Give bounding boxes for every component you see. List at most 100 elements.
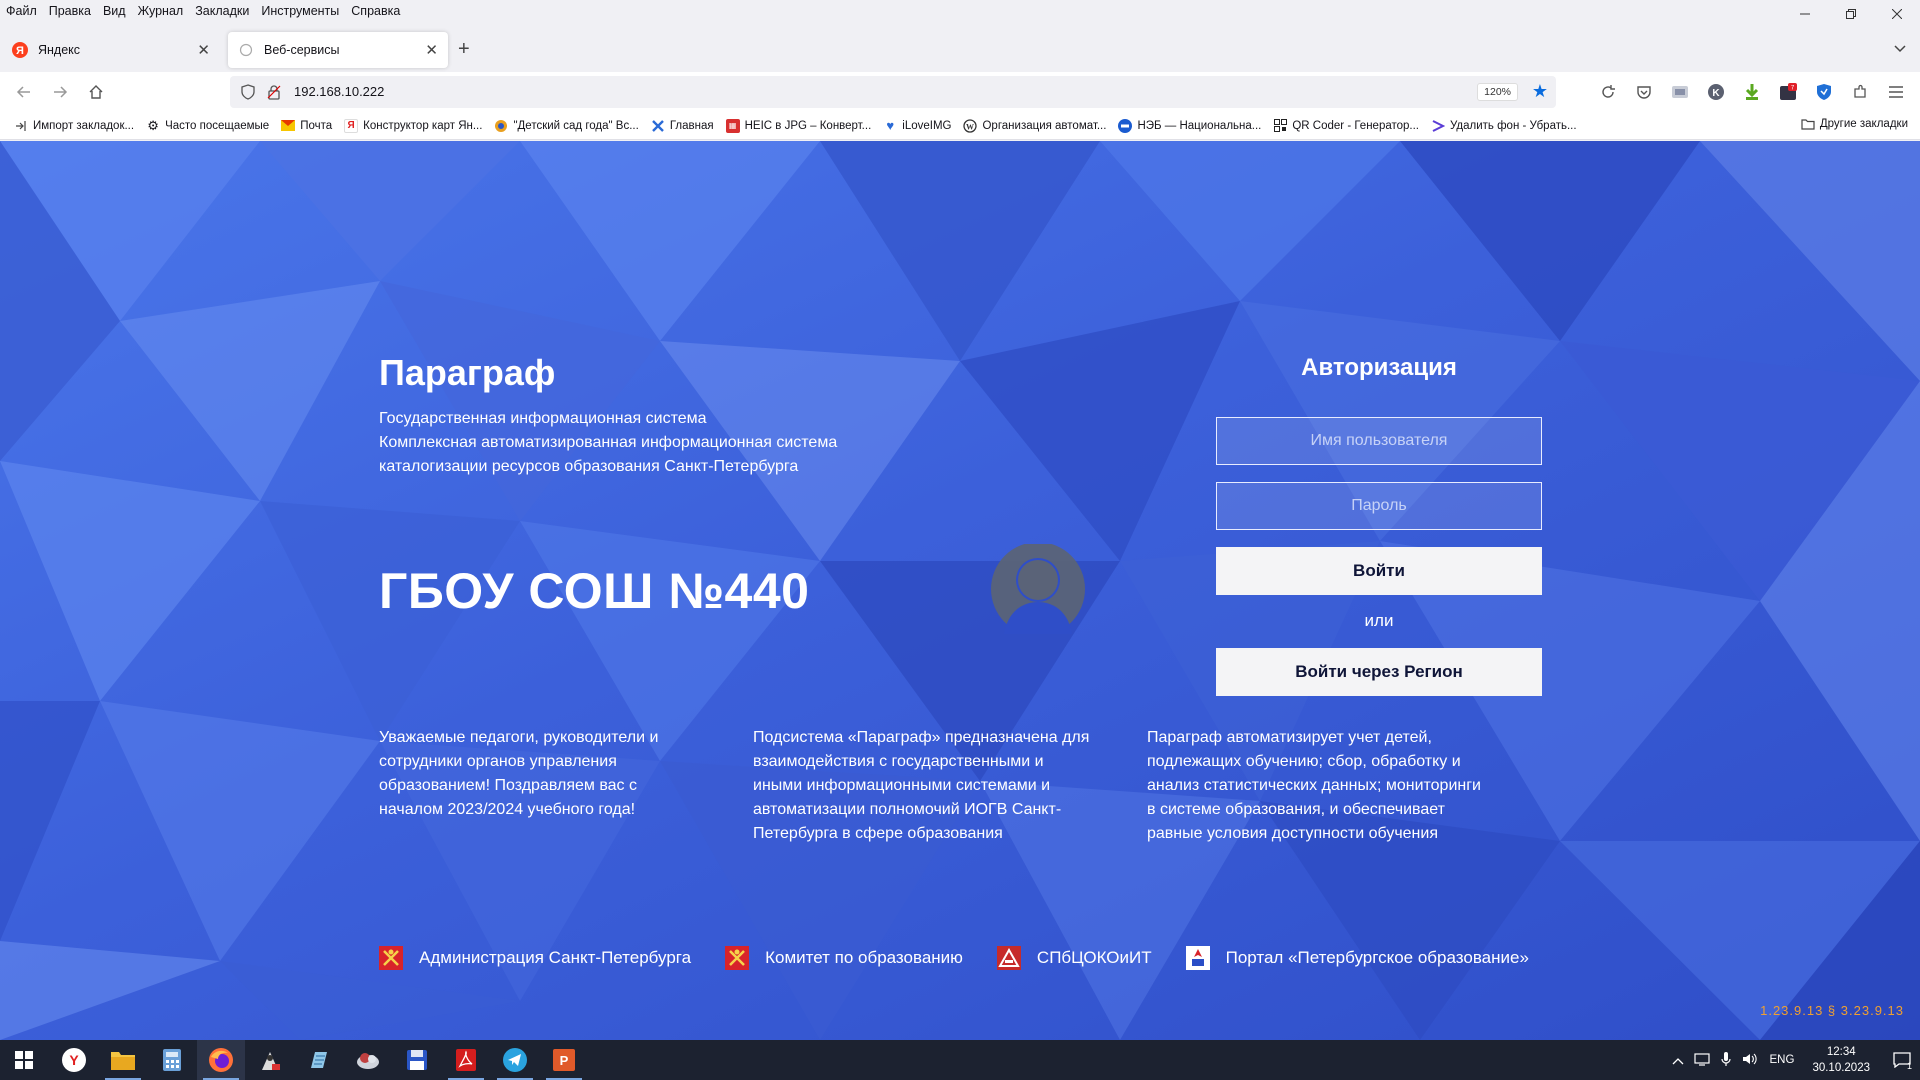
folder-icon [1801,119,1815,130]
taskbar-powerpoint[interactable]: P [540,1040,588,1080]
info-line: равные условия доступности обучения [1147,825,1438,842]
or-separator: или [1364,611,1394,630]
bookmark-item[interactable]: Удалить фон - Убрать... [1425,119,1583,133]
clock-time: 12:34 [1826,1046,1856,1058]
zoom-level[interactable]: 120% [1477,83,1518,101]
login-region-button[interactable]: Войти через Регион [1216,648,1542,696]
start-button[interactable] [0,1040,48,1080]
taskbar-acrobat[interactable] [442,1040,490,1080]
other-bookmarks[interactable]: Другие закладки [1801,118,1908,130]
info-line: образованием! Поздравляем вас с [379,777,637,794]
download-extension-icon[interactable] [1742,82,1762,102]
restore-button[interactable] [1828,0,1874,28]
notification-center-button[interactable]: 1 [1884,1040,1920,1080]
menu-view[interactable]: Вид [97,4,132,18]
bookmark-item[interactable]: ♥ iLoveIMG [877,118,957,133]
language-indicator[interactable]: ENG [1770,1054,1795,1066]
bookmark-item[interactable]: W Организация автомат... [957,118,1112,133]
username-input[interactable] [1216,417,1542,465]
page-icon [238,42,254,58]
password-input[interactable] [1216,482,1542,530]
kaspersky-extension-icon[interactable]: K [1706,82,1726,102]
link-label: Комитет по образованию [765,948,963,967]
close-window-button[interactable] [1874,0,1920,28]
back-button[interactable] [12,80,36,104]
network-icon[interactable] [1690,1052,1714,1069]
pocket-icon[interactable] [1634,82,1654,102]
list-tabs-button[interactable] [1894,40,1906,56]
taskbar-notes[interactable] [295,1040,343,1080]
screenshot-extension-icon[interactable] [1670,82,1690,102]
bookmark-item[interactable]: НЭБ — Национальна... [1112,118,1267,133]
microphone-icon[interactable] [1714,1051,1738,1070]
tab-yandex[interactable]: Я Яндекс ✕ [2,32,220,68]
arrow-left-icon [16,86,30,98]
calendar-extension-icon[interactable]: 7 [1778,82,1798,102]
bookmark-item[interactable]: Я Конструктор карт Ян... [338,118,488,133]
chevron-up-icon[interactable] [1666,1053,1690,1068]
bookmarks-bar: Импорт закладок... ⚙ Часто посещаемые По… [0,112,1920,140]
taskbar-save-app[interactable] [393,1040,441,1080]
url-bar[interactable]: 192.168.10.222 120% ★ [230,76,1556,108]
info-line: началом 2023/2024 учебного года! [379,801,636,818]
restore-icon [1846,9,1856,19]
taskbar-file-explorer[interactable] [99,1040,147,1080]
bookmark-item[interactable]: Главная [645,119,720,133]
login-button[interactable]: Войти [1216,547,1542,595]
svg-text:Y: Y [69,1052,79,1068]
link-spb-administration[interactable]: Администрация Санкт-Петербурга [379,946,691,970]
bookmark-star-icon[interactable]: ★ [1532,81,1548,102]
url-text[interactable]: 192.168.10.222 [294,84,384,99]
info-line: Параграф автоматизирует учет детей, [1147,729,1432,746]
info-line: иными информационными системами и [753,777,1051,794]
qr-icon [1273,119,1287,133]
cross-icon [651,119,665,133]
info-line: сотрудники органов управления [379,753,617,770]
bookmark-item[interactable]: Почта [275,119,338,133]
taskbar-firefox[interactable] [197,1040,245,1080]
bookmark-label: QR Coder - Генератор... [1292,119,1419,132]
taskbar-yandex-browser[interactable]: Y [50,1040,98,1080]
bookmark-label: Конструктор карт Ян... [363,119,483,132]
hamburger-menu-icon[interactable] [1886,82,1906,102]
bookmark-item[interactable]: ⚙ Часто посещаемые [140,118,275,133]
taskbar-calculator[interactable] [148,1040,196,1080]
menu-tools[interactable]: Инструменты [255,4,345,18]
close-tab-icon[interactable]: ✕ [425,41,438,59]
menu-edit[interactable]: Правка [43,4,97,18]
lock-icon[interactable] [266,84,282,100]
taskbar-app-teacher[interactable] [246,1040,294,1080]
link-label: Портал «Петербургское образование» [1225,948,1529,967]
tab-web-services[interactable]: Веб-сервисы ✕ [228,32,448,68]
chevron-down-icon [1894,45,1906,53]
bookmark-item[interactable]: "Детский сад года" Вс... [488,119,644,133]
shield-extension-icon[interactable] [1814,82,1834,102]
clock[interactable]: 12:34 30.10.2023 [1812,1044,1870,1076]
menu-file[interactable]: Файл [0,4,43,18]
telegram-icon [503,1048,527,1072]
taskbar-telegram[interactable] [491,1040,539,1080]
tab-title: Яндекс [38,43,81,57]
close-tab-icon[interactable]: ✕ [197,41,210,59]
bookmark-item[interactable]: ▦ HEIC в JPG – Конверт... [720,118,878,133]
forward-button[interactable] [48,80,72,104]
shield-icon[interactable] [240,84,256,100]
link-education-committee[interactable]: Комитет по образованию [725,946,963,970]
link-spbcokoit[interactable]: СПбЦОКОиИТ [996,946,1152,970]
menu-bookmarks[interactable]: Закладки [189,4,255,18]
home-button[interactable] [84,80,108,104]
portal-logo-icon [1185,946,1210,970]
taskbar-network-app[interactable] [344,1040,392,1080]
link-petersburg-education-portal[interactable]: Портал «Петербургское образование» [1185,946,1529,970]
menu-help[interactable]: Справка [345,4,406,18]
new-tab-button[interactable]: + [458,38,470,61]
bookmark-item[interactable]: QR Coder - Генератор... [1267,119,1425,133]
minimize-button[interactable] [1782,0,1828,28]
bookmark-item[interactable]: Импорт закладок... [8,119,140,133]
reload-icon[interactable] [1598,82,1618,102]
wordpress-icon: W [963,118,978,133]
volume-icon[interactable] [1738,1052,1762,1069]
menu-history[interactable]: Журнал [132,4,190,18]
extensions-icon[interactable] [1850,82,1870,102]
auth-title: Авторизация [1301,354,1457,381]
